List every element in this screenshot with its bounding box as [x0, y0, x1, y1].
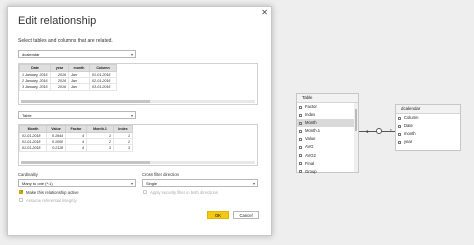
field-label: Group [305, 168, 317, 174]
model-table-title: Table [297, 94, 358, 103]
field-icon [299, 162, 302, 166]
field-icon [299, 154, 302, 158]
field-label: month [404, 131, 416, 137]
field-label: AVG [305, 144, 314, 150]
field-icon [398, 140, 401, 144]
table2-select-value: Table [22, 113, 32, 118]
field-label: Date [404, 123, 413, 129]
table-cell: 2016 [50, 83, 69, 91]
field-icon [299, 129, 302, 133]
dialog-subtitle: Select tables and columns that are relat… [18, 38, 113, 44]
table-cell: 01-01-2018 [19, 144, 47, 152]
table2-header[interactable]: Month [19, 125, 47, 133]
model-dcalendar-title: dcalendar [396, 105, 460, 114]
table2-header[interactable]: Value [46, 125, 66, 133]
model-canvas: ✕ Edit relationship Select tables and co… [0, 0, 474, 245]
field-label: Factor [305, 104, 317, 109]
field-icon [299, 105, 302, 109]
field-item[interactable]: Final [297, 160, 358, 168]
field-item[interactable]: Index [297, 111, 358, 119]
edit-relationship-dialog: ✕ Edit relationship Select tables and co… [7, 6, 272, 236]
field-item[interactable]: Date [396, 122, 460, 130]
field-label: year [404, 139, 413, 145]
field-label: Column [404, 115, 419, 120]
field-icon [398, 116, 401, 120]
field-icon [398, 132, 401, 136]
table-cell: Jan [68, 83, 90, 91]
cardinality-label: Cardinality [18, 172, 38, 177]
field-item[interactable]: Column [396, 114, 460, 122]
field-icon [398, 124, 401, 128]
field-label: Index [305, 112, 316, 118]
cardinality-select[interactable]: Many to one (*:1) ▾ [18, 179, 136, 187]
table-cell: 3 [113, 144, 133, 152]
field-label: AVG2 [305, 152, 316, 158]
field-icon [299, 146, 302, 150]
table-cell: 3 January, 2016 [19, 83, 51, 91]
relationship-one-marker: 1 [366, 129, 369, 134]
table1-header[interactable]: Date [19, 64, 51, 72]
field-item[interactable]: AVG2 [297, 152, 358, 160]
make-active-checkbox[interactable] [19, 189, 23, 194]
table-row: 3 January, 2016 2016 Jan 03-01-2016 [19, 83, 117, 91]
field-item[interactable]: Factor [297, 103, 358, 111]
model-table-card[interactable]: Table Factor Index Month Month.1 Value A… [296, 93, 359, 176]
crossfilter-label: Cross filter direction [142, 172, 180, 177]
cancel-button[interactable]: Cancel [233, 211, 259, 219]
table1-header[interactable]: Column [89, 64, 117, 72]
field-item[interactable]: Group [297, 168, 358, 176]
relationship-many-marker: * [390, 128, 392, 133]
vertical-scrollbar[interactable] [354, 103, 358, 172]
referential-integrity-checkbox[interactable] [19, 198, 23, 202]
crossfilter-value: Single [146, 181, 158, 186]
table2-header[interactable]: Factor [65, 125, 87, 133]
field-item[interactable]: year [396, 138, 460, 146]
cardinality-value: Many to one (*:1) [22, 181, 53, 186]
chevron-down-icon: ▾ [130, 52, 133, 57]
field-icon [299, 137, 302, 141]
field-item[interactable]: Month.1 [297, 127, 358, 135]
table-cell: 0.2118 [46, 144, 66, 152]
make-active-label: Make this relationship active [26, 189, 79, 195]
field-item[interactable]: Value [297, 135, 358, 143]
referential-integrity-label: Assume referential integrity [26, 197, 77, 203]
table-row: 01-01-2018 0.2118 4 3 3 [19, 144, 133, 152]
field-label: Final [305, 160, 315, 166]
ok-button[interactable]: OK [207, 211, 229, 219]
field-icon [299, 170, 302, 174]
table-cell: 4 [65, 144, 87, 152]
field-icon [299, 121, 302, 125]
table1-header[interactable]: month [68, 64, 90, 72]
field-label: Month [305, 120, 317, 126]
table2-select[interactable]: Table ▾ [18, 111, 136, 119]
field-label: Month.1 [305, 128, 321, 134]
table-cell: 3 [86, 144, 114, 152]
dialog-title: Edit relationship [18, 15, 97, 27]
table1-select-value: dcalendar [22, 52, 40, 57]
field-item[interactable]: AVG [297, 143, 358, 151]
field-label: Value [305, 136, 316, 142]
chevron-down-icon: ▾ [130, 113, 133, 118]
chevron-down-icon: ▾ [252, 181, 255, 186]
horizontal-scrollbar[interactable] [21, 161, 255, 164]
field-icon [299, 113, 302, 117]
table1-select[interactable]: dcalendar ▾ [18, 50, 136, 58]
table2-header[interactable]: Index [113, 125, 133, 133]
table1-preview: Date year month Column 1 January, 2016 2… [18, 63, 258, 105]
table2-header[interactable]: Month.1 [86, 125, 114, 133]
security-filter-label: Apply security filter in both directions [150, 189, 218, 195]
relationship-direction-icon[interactable] [376, 128, 382, 134]
chevron-down-icon: ▾ [130, 181, 133, 186]
close-icon[interactable]: ✕ [261, 8, 268, 17]
field-item-selected[interactable]: Month [297, 119, 358, 128]
security-filter-checkbox[interactable] [143, 190, 147, 194]
field-item[interactable]: month [396, 130, 460, 138]
table2-preview: Month Value Factor Month.1 Index 01-01-2… [18, 124, 258, 166]
horizontal-scrollbar[interactable] [21, 100, 255, 103]
crossfilter-select[interactable]: Single ▾ [142, 179, 258, 187]
model-dcalendar-card[interactable]: dcalendar Column Date month year [395, 104, 461, 151]
table1-header[interactable]: year [50, 64, 69, 72]
table-cell: 03-01-2016 [89, 83, 117, 91]
